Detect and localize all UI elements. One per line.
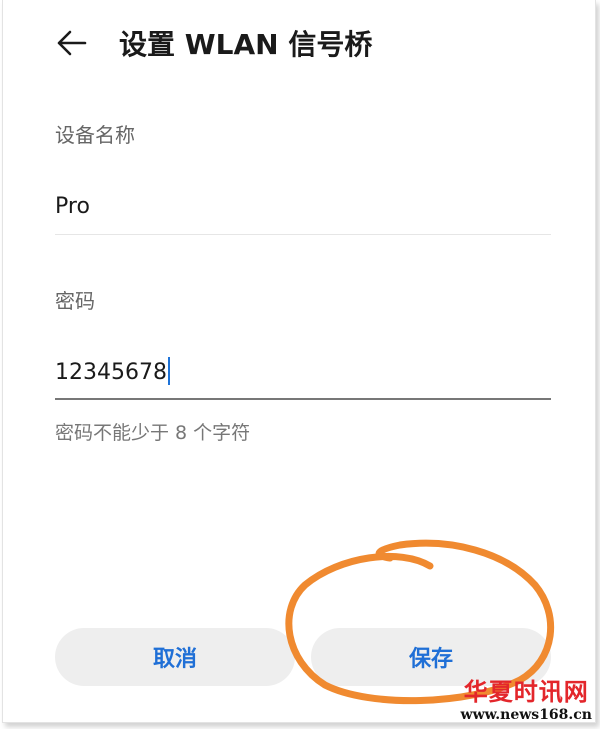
device-name-divider: [55, 234, 551, 235]
password-value: 12345678: [55, 360, 167, 385]
watermark: 华夏时讯网 www.news168.cn: [461, 678, 592, 724]
watermark-title: 华夏时讯网: [463, 678, 589, 706]
password-field[interactable]: 12345678: [55, 357, 170, 388]
password-hint: 密码不能少于 8 个字符: [55, 422, 251, 444]
back-button[interactable]: [55, 28, 91, 58]
app-header: 设置 WLAN 信号桥: [3, 10, 595, 74]
screen-frame: 设置 WLAN 信号桥 设备名称 Pro 密码 12345678 密码不能少于 …: [2, 0, 596, 723]
device-name-label: 设备名称: [55, 123, 135, 147]
cancel-button[interactable]: 取消: [55, 628, 295, 686]
watermark-url: www.news168.cn: [460, 707, 592, 723]
page-title: 设置 WLAN 信号桥: [119, 28, 373, 61]
password-label: 密码: [55, 289, 95, 313]
device-name-field[interactable]: Pro: [55, 192, 90, 222]
text-cursor: [167, 357, 170, 385]
arrow-left-icon: [57, 30, 87, 56]
password-divider: [55, 398, 551, 400]
